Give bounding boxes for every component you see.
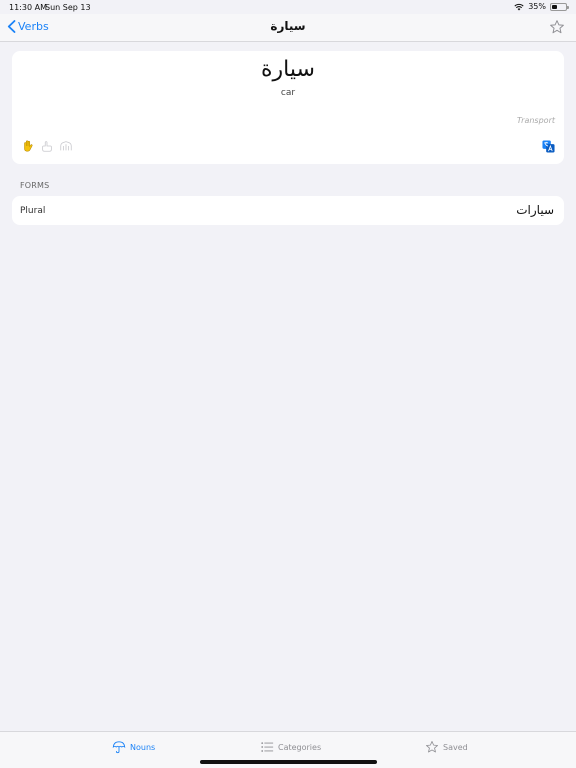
- battery-fill: [552, 4, 557, 9]
- screen: 11:30 AM Sun Sep 13 35% Verbs سيارة سيار…: [0, 0, 576, 768]
- forms-section-header: FORMS: [20, 181, 50, 190]
- word-english: car: [280, 88, 296, 98]
- home-indicator: [200, 760, 377, 764]
- translate-icon[interactable]: [542, 140, 555, 153]
- hand-gesture-icon[interactable]: [59, 139, 73, 153]
- tab-saved-label: Saved: [443, 742, 468, 752]
- forms-row-value: سيارات: [516, 203, 554, 217]
- battery-percent: 35%: [528, 2, 546, 11]
- status-bar: 11:30 AM Sun Sep 13 35%: [0, 0, 576, 14]
- wifi-icon: [514, 3, 524, 10]
- umbrella-icon: [112, 741, 126, 754]
- gesture-icons: [21, 139, 73, 153]
- tab-categories[interactable]: Categories: [260, 740, 321, 754]
- hand-gesture-icon[interactable]: [21, 139, 35, 153]
- star-icon: [425, 741, 439, 753]
- tab-nouns-label: Nouns: [130, 742, 156, 752]
- status-time: 11:30 AM: [9, 3, 47, 12]
- hand-gesture-icon[interactable]: [40, 139, 54, 153]
- battery-icon: [550, 2, 569, 11]
- navigation-bar: Verbs سيارة: [0, 14, 576, 42]
- word-card: سيارة car Transport: [12, 51, 564, 164]
- tab-nouns[interactable]: Nouns: [112, 740, 155, 754]
- tab-saved[interactable]: Saved: [425, 740, 468, 754]
- list-icon: [261, 742, 274, 752]
- forms-card: Plural سيارات: [12, 196, 564, 225]
- word-category: Transport: [516, 116, 555, 125]
- page-title: سيارة: [270, 19, 306, 33]
- forms-row-label: Plural: [20, 206, 46, 216]
- status-date: Sun Sep 13: [45, 3, 91, 12]
- status-right: 35%: [514, 2, 569, 11]
- tab-categories-label: Categories: [278, 742, 322, 752]
- word-arabic: سيارة: [261, 57, 315, 82]
- star-icon[interactable]: [549, 19, 565, 35]
